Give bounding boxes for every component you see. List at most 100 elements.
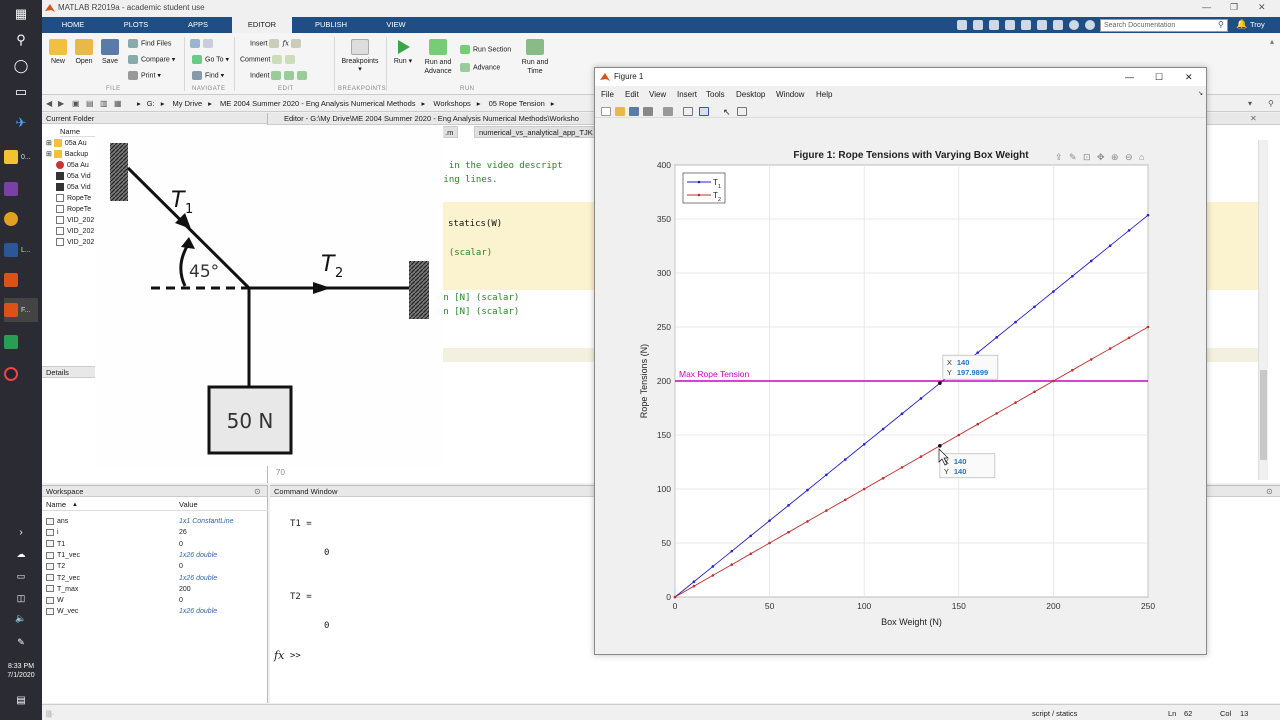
undo-quick-icon[interactable] bbox=[1021, 20, 1031, 30]
zoom-out-icon[interactable]: ⊖ bbox=[1125, 152, 1133, 162]
code-comment[interactable]: on [N] (scalar) bbox=[438, 307, 519, 317]
code-comment[interactable]: king lines. bbox=[438, 175, 498, 185]
editor-tab-app[interactable]: numerical_vs_analytical_app_TJK bbox=[474, 126, 598, 138]
back-forward-buttons[interactable] bbox=[190, 39, 216, 48]
pan-icon[interactable]: ✥ bbox=[1097, 152, 1105, 162]
list-item[interactable]: VID_202 bbox=[56, 216, 94, 224]
tab-editor[interactable]: EDITOR bbox=[232, 17, 292, 33]
property-inspector-icon[interactable] bbox=[737, 107, 747, 116]
taskbar-app-word[interactable]: L... bbox=[4, 238, 38, 262]
breakpoints-button[interactable]: Breakpoints ▾ bbox=[340, 39, 380, 73]
code-comment[interactable]: ] (scalar) bbox=[438, 248, 492, 258]
menu-insert[interactable]: Insert bbox=[677, 90, 697, 99]
maximize-icon[interactable]: ☐ bbox=[1155, 68, 1163, 86]
find-button[interactable]: Find ▾ bbox=[192, 71, 224, 80]
breadcrumb-workshops[interactable]: Workshops bbox=[433, 99, 470, 108]
help-icon[interactable] bbox=[1069, 20, 1079, 30]
workspace-row[interactable]: ans 1x1 ConstantLine bbox=[46, 516, 266, 527]
run-button[interactable]: Run ▾ bbox=[392, 39, 414, 65]
save-button[interactable]: Save bbox=[98, 39, 122, 65]
name-column-header[interactable]: Name bbox=[46, 499, 66, 511]
run-section-button[interactable]: Run Section bbox=[460, 45, 511, 54]
list-item[interactable]: ⊞ Backup bbox=[46, 150, 88, 159]
app-icon[interactable]: ✈ bbox=[9, 113, 33, 133]
volume-icon[interactable]: 🔈 bbox=[9, 608, 33, 628]
workspace-row[interactable]: W_vec 1x26 double bbox=[46, 606, 266, 617]
insert-legend-icon[interactable] bbox=[699, 107, 709, 116]
advance-button[interactable]: Advance bbox=[460, 63, 500, 72]
zoom-in-icon[interactable]: ⊕ bbox=[1111, 152, 1119, 162]
value-column-header[interactable]: Value bbox=[179, 499, 198, 511]
breadcrumb-rope-tension[interactable]: 05 Rope Tension bbox=[489, 99, 545, 108]
code-function[interactable]: statics(W) bbox=[448, 219, 502, 229]
copy-quick-icon[interactable] bbox=[989, 20, 999, 30]
tab-apps[interactable]: APPS bbox=[180, 17, 216, 33]
tab-plots[interactable]: PLOTS bbox=[116, 17, 156, 33]
menu-window[interactable]: Window bbox=[776, 90, 804, 99]
open-button[interactable]: Open bbox=[72, 39, 96, 65]
paste-quick-icon[interactable] bbox=[1005, 20, 1015, 30]
taskbar-app-green[interactable] bbox=[4, 330, 38, 354]
cut-quick-icon[interactable] bbox=[973, 20, 983, 30]
tab-view[interactable]: VIEW bbox=[378, 17, 414, 33]
workspace-row[interactable]: T2_vec 1x26 double bbox=[46, 573, 266, 584]
list-item[interactable]: RopeTe bbox=[56, 194, 91, 202]
breadcrumb-course[interactable]: ME 2004 Summer 2020 - Eng Analysis Numer… bbox=[220, 99, 416, 108]
run-and-time-button[interactable]: Run and Time bbox=[518, 39, 552, 76]
list-item[interactable]: RopeTe bbox=[56, 205, 91, 213]
edit-plot-arrow-icon[interactable]: ↖ bbox=[723, 107, 733, 117]
workspace-row[interactable]: T2 0 bbox=[46, 561, 266, 572]
panel-actions-icon[interactable]: ⊙ bbox=[1266, 487, 1273, 496]
close-editor-icon[interactable]: ✕ bbox=[1250, 114, 1257, 123]
notifications-icon[interactable]: ▤ bbox=[9, 690, 33, 710]
save-quick-icon[interactable] bbox=[957, 20, 967, 30]
taskbar-app-files[interactable]: 0... bbox=[4, 145, 38, 169]
workspace-row[interactable]: T1_vec 1x26 double bbox=[46, 550, 266, 561]
maximize-icon[interactable]: ❐ bbox=[1230, 2, 1238, 13]
insert-button[interactable]: Insert fx bbox=[250, 39, 304, 48]
up-folder-icon[interactable]: ▣ bbox=[72, 99, 80, 108]
command-prompt[interactable]: >> bbox=[290, 651, 301, 661]
workspace-row[interactable]: T1 0 bbox=[46, 539, 266, 550]
search-icon[interactable]: ⚲ bbox=[1218, 20, 1224, 29]
menu-help[interactable]: Help bbox=[816, 90, 832, 99]
list-item[interactable]: 05a Vid bbox=[56, 183, 91, 191]
fx-icon[interactable]: fx bbox=[282, 39, 289, 47]
collapse-toolstrip-icon[interactable]: ▴ bbox=[1270, 37, 1274, 46]
insert-colorbar-icon[interactable] bbox=[683, 107, 693, 116]
code-comment[interactable]: on [N] (scalar) bbox=[438, 293, 519, 303]
list-item[interactable]: 05a Vid bbox=[56, 172, 91, 180]
back-arrow-icon[interactable]: ◀ bbox=[46, 99, 52, 108]
browse-folder-icon[interactable]: ▤ bbox=[86, 99, 94, 108]
windows-start-icon[interactable]: ▦ bbox=[9, 4, 33, 24]
new-button[interactable]: New bbox=[46, 39, 70, 65]
pen-icon[interactable]: ✎ bbox=[9, 632, 33, 652]
dock-icon[interactable]: ↘ bbox=[1198, 90, 1203, 97]
line-plot[interactable]: Figure 1: Rope Tensions with Varying Box… bbox=[595, 120, 1206, 654]
switch-windows-icon[interactable] bbox=[1053, 20, 1063, 30]
save-figure-icon[interactable] bbox=[629, 107, 639, 116]
tab-publish[interactable]: PUBLISH bbox=[306, 17, 356, 33]
fx-function-browser-icon[interactable]: fx bbox=[274, 649, 284, 662]
print-figure-icon[interactable] bbox=[643, 107, 653, 116]
run-and-advance-button[interactable]: Run and Advance bbox=[420, 39, 456, 76]
menu-desktop[interactable]: Desktop bbox=[736, 90, 765, 99]
taskbar-app-onenote[interactable] bbox=[4, 177, 38, 201]
search-icon[interactable]: ⚲ bbox=[9, 30, 33, 50]
breadcrumb-drive[interactable]: G: bbox=[147, 99, 155, 108]
search-folder-icon[interactable]: ⚲ bbox=[1268, 99, 1274, 108]
comment-button[interactable]: Comment bbox=[240, 55, 298, 64]
code-comment[interactable]: k in the video descript bbox=[438, 161, 563, 171]
export-icon[interactable]: ⇪ bbox=[1055, 152, 1063, 162]
close-icon[interactable]: ✕ bbox=[1258, 2, 1266, 13]
redo-quick-icon[interactable] bbox=[1037, 20, 1047, 30]
folder-icon[interactable]: ▥ bbox=[100, 99, 108, 108]
panel-actions-icon[interactable]: ⊙ bbox=[254, 487, 261, 496]
taskbar-clock[interactable]: 8:33 PM 7/1/2020 bbox=[0, 662, 42, 680]
search-documentation-input[interactable]: Search Documentation bbox=[1100, 19, 1228, 32]
workspace-row[interactable]: W0 bbox=[46, 595, 266, 606]
breadcrumb-my-drive[interactable]: My Drive bbox=[173, 99, 203, 108]
menu-view[interactable]: View bbox=[649, 90, 666, 99]
taskbar-app-record[interactable] bbox=[4, 362, 38, 386]
network-icon[interactable]: ◫ bbox=[9, 588, 33, 608]
